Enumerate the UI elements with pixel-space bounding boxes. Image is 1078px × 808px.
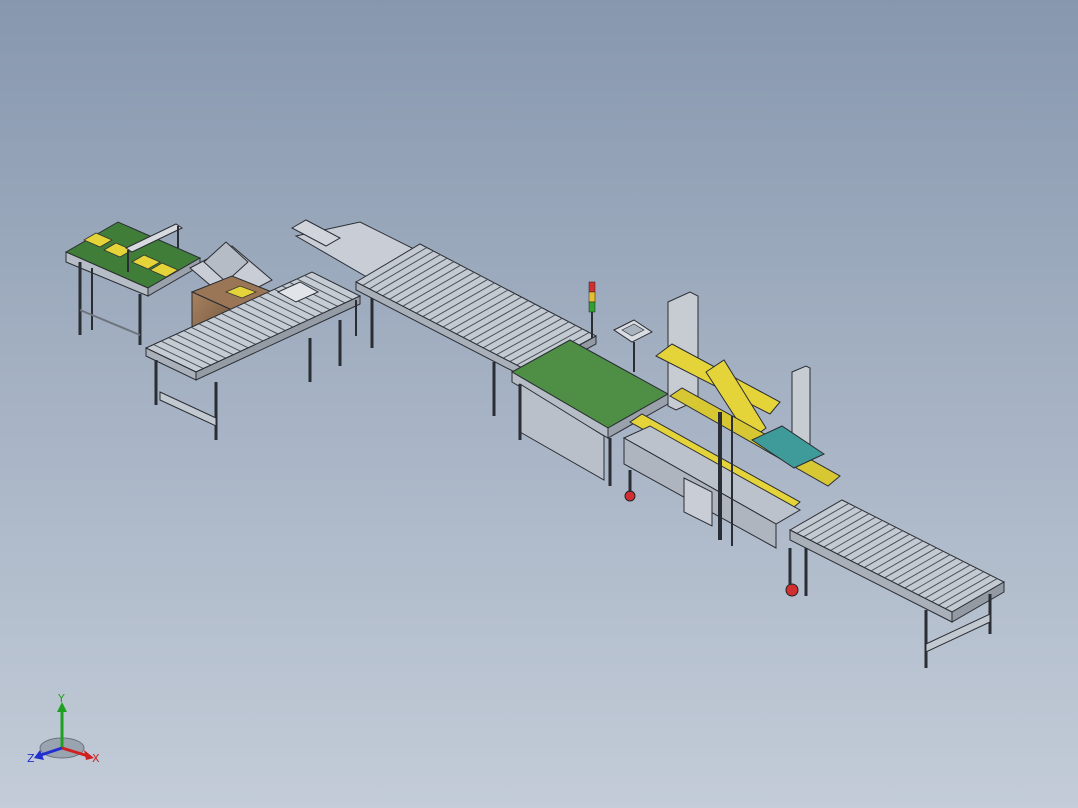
z-axis-label: Z: [27, 752, 35, 765]
conveyor-line-model: [64, 219, 1006, 668]
x-axis-label: X: [92, 752, 100, 765]
outfeed-roller-conveyor: [788, 499, 1006, 668]
infeed-belt-conveyor: [64, 221, 202, 345]
control-panel: [613, 319, 653, 372]
case-sealer: [622, 291, 841, 597]
y-axis-label: Y: [57, 692, 65, 705]
signal-tower: [588, 281, 596, 338]
cad-model-viewport[interactable]: Y X Z: [0, 0, 1078, 808]
coordinate-triad-icon: Y X Z: [27, 692, 100, 765]
